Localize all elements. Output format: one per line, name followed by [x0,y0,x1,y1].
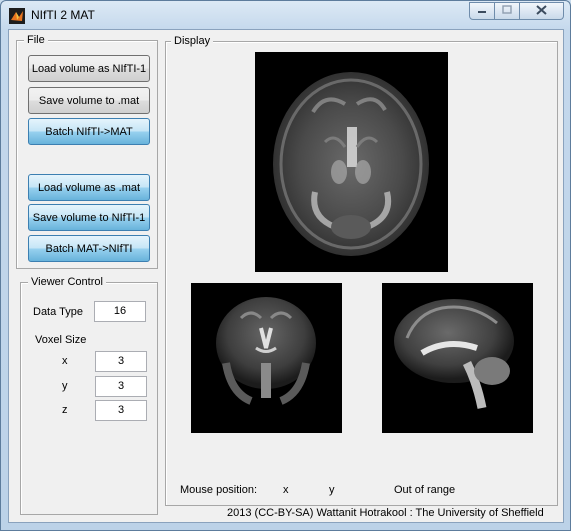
mouse-y-label: y [329,484,335,496]
viewer-control-panel: Viewer Control Data Type 16 Voxel Size x… [20,276,158,515]
sagittal-view[interactable] [382,283,533,433]
close-button[interactable] [520,2,564,20]
voxel-z-label: z [62,404,68,416]
voxel-x-field[interactable]: 3 [95,351,147,372]
save-mat-button[interactable]: Save volume to .mat [28,87,150,114]
title-bar[interactable]: NIfTI 2 MAT [1,1,570,29]
mouse-x-label: x [283,484,289,496]
close-icon [536,4,547,18]
minimize-button[interactable] [469,2,495,20]
load-nifti-button[interactable]: Load volume as NIfTI-1 [28,55,150,82]
data-type-label: Data Type [33,306,83,318]
maximize-icon [502,5,512,17]
app-window: NIfTI 2 MAT File Load volume as NIfTI-1 … [0,0,571,531]
minimize-icon [477,5,487,17]
batch-nifti-to-mat-button[interactable]: Batch NIfTI->MAT [28,118,150,145]
axial-view[interactable] [255,52,448,272]
mouse-status: Out of range [394,484,456,496]
window-title: NIfTI 2 MAT [31,8,95,22]
display-panel-title: Display [171,35,214,47]
batch-mat-to-nifti-button[interactable]: Batch MAT->NIfTI [28,235,150,262]
voxel-z-field[interactable]: 3 [95,400,147,421]
mouse-position-label: Mouse position: [180,484,258,496]
footer-credit: 2013 (CC-BY-SA) Wattanit Hotrakool : The… [227,507,544,519]
save-nifti-button[interactable]: Save volume to NIfTI-1 [28,204,150,231]
voxel-size-label: Voxel Size [35,334,87,346]
voxel-y-field[interactable]: 3 [95,376,147,397]
client-area: File Load volume as NIfTI-1 Save volume … [8,29,564,523]
display-panel: Display Mouse position: x y Out of range [165,35,558,506]
load-mat-button[interactable]: Load volume as .mat [28,174,150,201]
file-panel-title: File [24,34,48,46]
voxel-y-label: y [62,380,68,392]
maximize-button[interactable] [495,2,520,20]
data-type-field[interactable]: 16 [94,301,146,322]
voxel-x-label: x [62,355,68,367]
coronal-view[interactable] [191,283,342,433]
file-panel: File Load volume as NIfTI-1 Save volume … [16,34,158,269]
matlab-icon [9,8,25,24]
viewer-control-title: Viewer Control [28,276,106,288]
